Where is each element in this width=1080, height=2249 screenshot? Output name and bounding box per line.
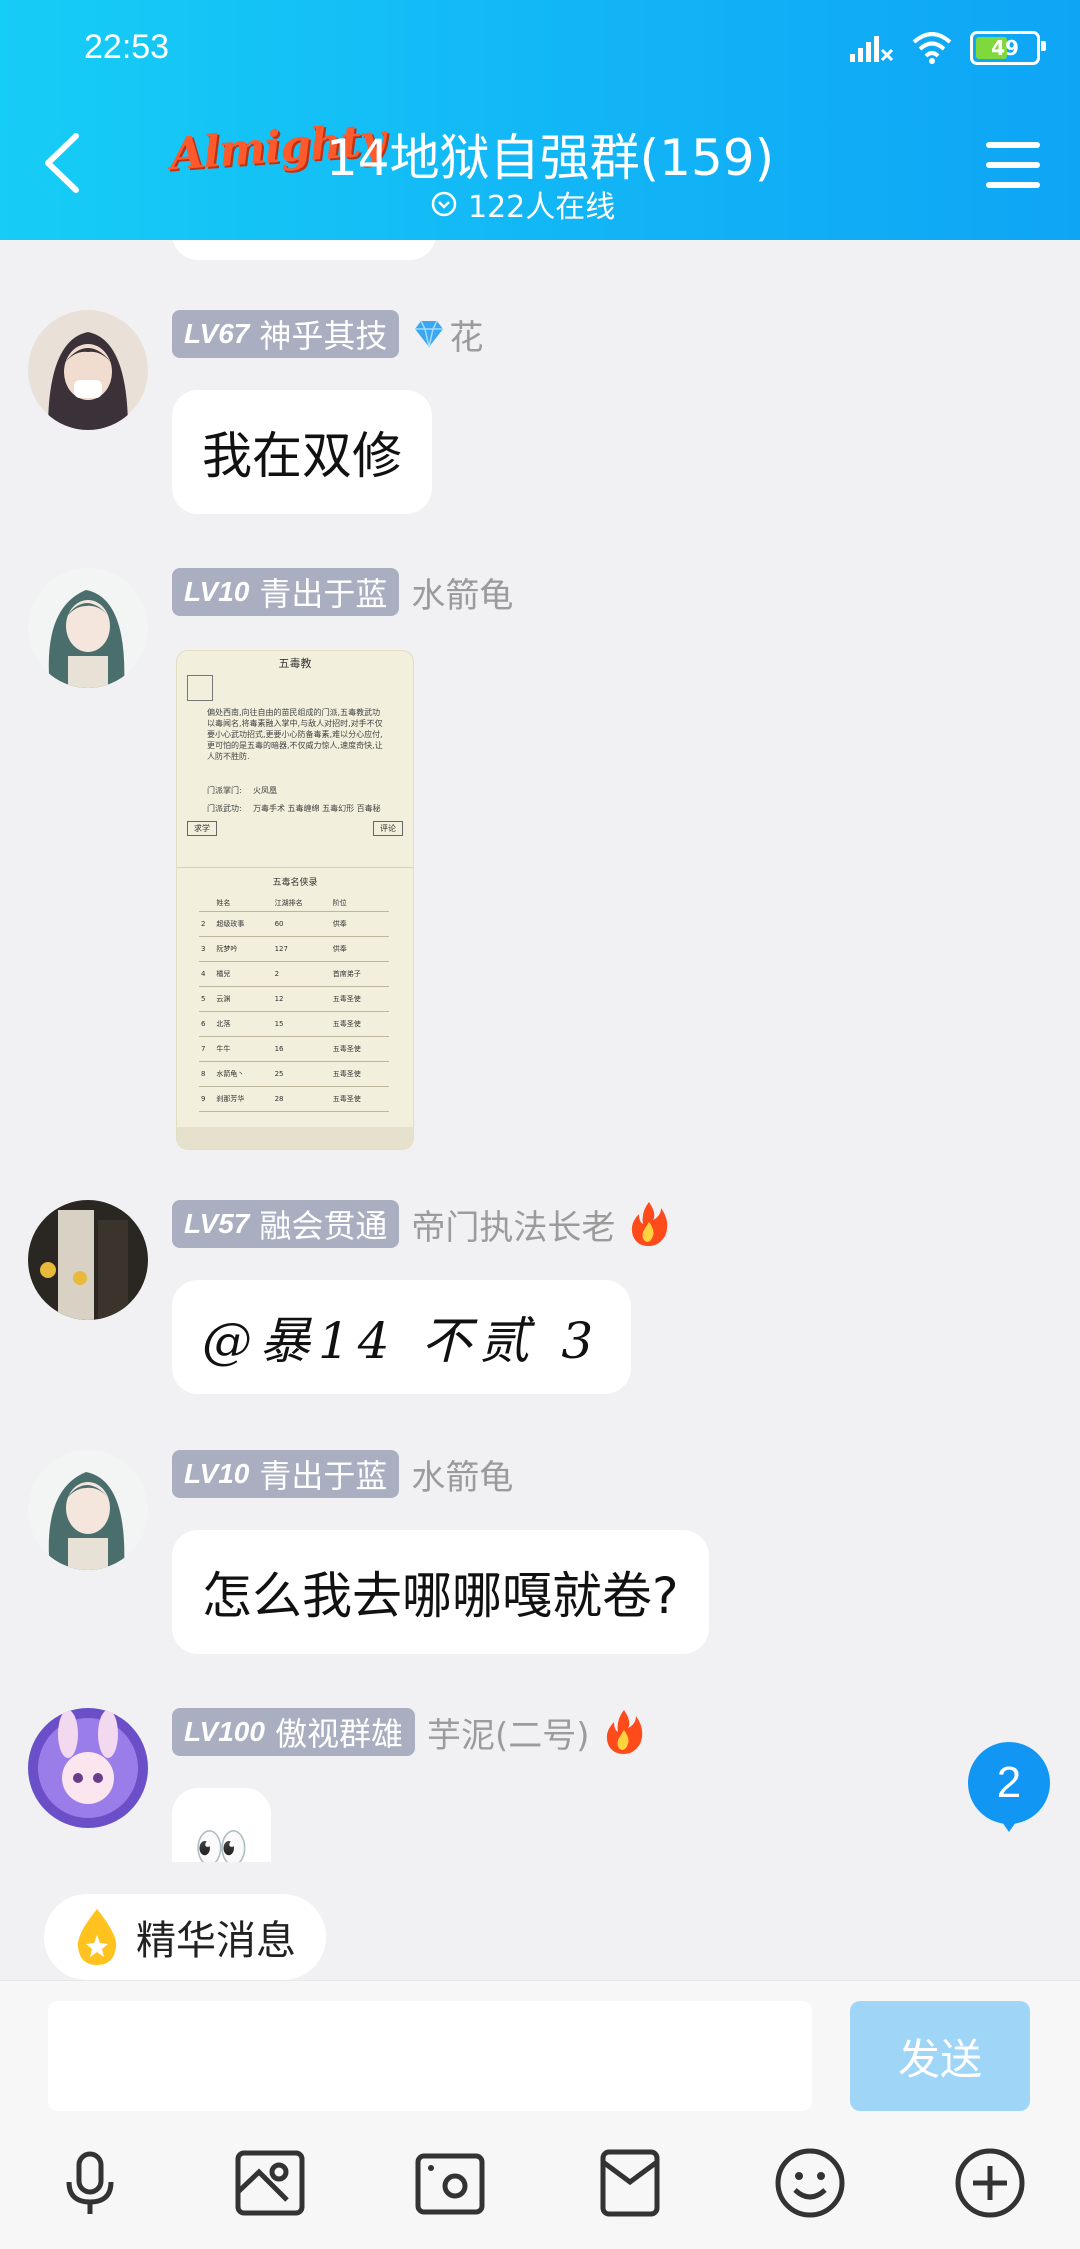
emoji-icon[interactable] [770, 2143, 850, 2223]
battery-level: 49 [991, 36, 1019, 60]
input-toolbar [0, 2143, 1080, 2229]
camera-icon[interactable] [410, 2143, 490, 2223]
avatar[interactable] [28, 568, 148, 688]
wifi-icon [912, 32, 952, 64]
signal-icon [850, 36, 894, 62]
image-table-header: 江湖排名 [272, 895, 331, 912]
avatar[interactable] [28, 1450, 148, 1570]
sender-info: LV10 青出于蓝 水箭龟 [172, 1450, 513, 1498]
avatar[interactable] [28, 1200, 148, 1320]
level-badge: LV57 融会贯通 [172, 1200, 400, 1248]
red-packet-icon[interactable] [590, 2143, 670, 2223]
level-text: LV100 [184, 1716, 265, 1747]
essence-message-button[interactable]: 精华消息 [44, 1894, 326, 1980]
chevron-down-circle-icon [431, 191, 457, 217]
sender-info: LV10 青出于蓝 水箭龟 [172, 568, 513, 616]
image-paragraph: 偏处西南,向往自由的苗民组成的门派,五毒教武功以毒闻名,将毒素融入掌中,与敌人对… [207, 708, 383, 761]
image-back-icon [187, 675, 213, 701]
image-message[interactable]: 五毒教 偏处西南,向往自由的苗民组成的门派,五毒教武功以毒闻名,将毒素融入掌中,… [176, 650, 414, 1150]
image-title: 五毒教 [278, 657, 312, 670]
photo-icon[interactable] [230, 2143, 310, 2223]
level-badge: LV10 青出于蓝 [172, 568, 400, 616]
image-skills-label: 门派武功: [207, 804, 242, 813]
table-row: 5 云渊 12 五毒圣使 [199, 986, 389, 1012]
online-count: 122人在线 [468, 190, 616, 225]
table-row: 3 阮梦吟 127 供奉 [199, 936, 389, 962]
level-text: LV10 [184, 1458, 250, 1489]
status-icons: 49 [850, 28, 1046, 68]
rank-text: 神乎其技 [259, 317, 388, 355]
table-row: 7 牛牛 16 五毒圣使 [199, 1036, 389, 1062]
message-bubble[interactable]: @暴14 不贰 3 [172, 1280, 632, 1394]
avatar[interactable] [28, 310, 148, 430]
message-bubble-partial [172, 240, 436, 260]
essence-bar: 精华消息 [0, 1862, 1080, 1980]
message-list[interactable]: LV67 神乎其技 花 我在双修 LV10 青出于蓝 水箭龟 五毒教 偏处西南,… [0, 240, 1080, 1862]
image-table-header: 姓名 [214, 895, 273, 912]
image-table-header: 阶位 [330, 895, 389, 912]
table-row: 6 北落 15 五毒圣使 [199, 1011, 389, 1037]
input-area: 发送 [0, 1980, 1080, 2249]
sender-info: LV67 神乎其技 花 [172, 310, 483, 358]
image-review-button: 评论 [373, 821, 403, 836]
rank-text: 傲视群雄 [274, 1715, 403, 1753]
level-text: LV10 [184, 576, 250, 607]
rank-text: 青出于蓝 [259, 575, 388, 613]
menu-icon[interactable] [986, 142, 1040, 188]
battery-icon: 49 [970, 31, 1046, 65]
group-title[interactable]: 14地狱自强群(159) [326, 118, 774, 190]
table-row: 2 超级玫事 60 供奉 [199, 911, 389, 937]
online-status[interactable]: 122人在线 [430, 182, 615, 226]
table-row: 9 刹那芳华 28 五毒圣使 [199, 1086, 389, 1112]
sender-info: LV100 傲视群雄 芋泥(二号) [172, 1708, 646, 1756]
sender-nickname: 水箭龟 [411, 575, 514, 616]
image-learn-button: 求学 [187, 821, 217, 836]
plus-icon[interactable] [950, 2143, 1030, 2223]
unread-count-badge[interactable]: 2 [968, 1742, 1050, 1832]
fire-icon [606, 1710, 642, 1754]
level-badge: LV100 傲视群雄 [172, 1708, 415, 1756]
image-subtitle: 五毒名侠录 [272, 878, 318, 888]
image-table: 姓名 江湖排名 阶位 2 超级玫事 60 供奉 3 阮梦吟 127 供奉 4 橘兒 2 首席弟子 … [199, 895, 389, 1112]
fire-icon [632, 1202, 668, 1246]
essence-label: 精华消息 [136, 1918, 296, 1964]
avatar[interactable] [28, 1708, 148, 1828]
back-arrow-icon[interactable] [34, 128, 94, 198]
rank-text: 融会贯通 [259, 1207, 388, 1245]
image-skills: 万毒手术 五毒缠绵 五毒幻形 百毒秘 [253, 804, 381, 813]
rank-text: 青出于蓝 [259, 1457, 388, 1495]
voice-icon[interactable] [50, 2143, 130, 2223]
sender-info: LV57 融会贯通 帝门执法长老 [172, 1200, 671, 1248]
message-bubble[interactable]: 怎么我去哪哪嘎就卷? [172, 1530, 709, 1654]
sender-nickname: 帝门执法长老 [411, 1207, 616, 1248]
send-button[interactable]: 发送 [850, 2001, 1030, 2111]
level-text: LV67 [184, 318, 250, 349]
level-text: LV57 [184, 1208, 250, 1239]
sender-nickname: 花 [449, 317, 484, 358]
message-bubble[interactable]: 👀 [172, 1788, 271, 1862]
sender-nickname: 水箭龟 [411, 1457, 514, 1498]
diamond-icon [415, 320, 444, 348]
level-badge: LV67 神乎其技 [172, 310, 400, 358]
sender-nickname: 芋泥(二号) [426, 1715, 590, 1756]
message-bubble[interactable]: 我在双修 [172, 390, 432, 514]
status-time: 22:53 [84, 28, 170, 66]
flame-drop-icon [77, 1909, 117, 1965]
image-master: 火凤凰 [253, 786, 277, 795]
message-input[interactable] [48, 2001, 812, 2111]
chat-header: 22:53 49 Almighty 14地狱自强群(159) 122人在线 [0, 0, 1080, 240]
table-row: 8 水箭龟丶 25 五毒圣使 [199, 1061, 389, 1087]
table-row: 4 橘兒 2 首席弟子 [199, 961, 389, 987]
image-master-label: 门派掌门: [207, 786, 242, 795]
level-badge: LV10 青出于蓝 [172, 1450, 400, 1498]
